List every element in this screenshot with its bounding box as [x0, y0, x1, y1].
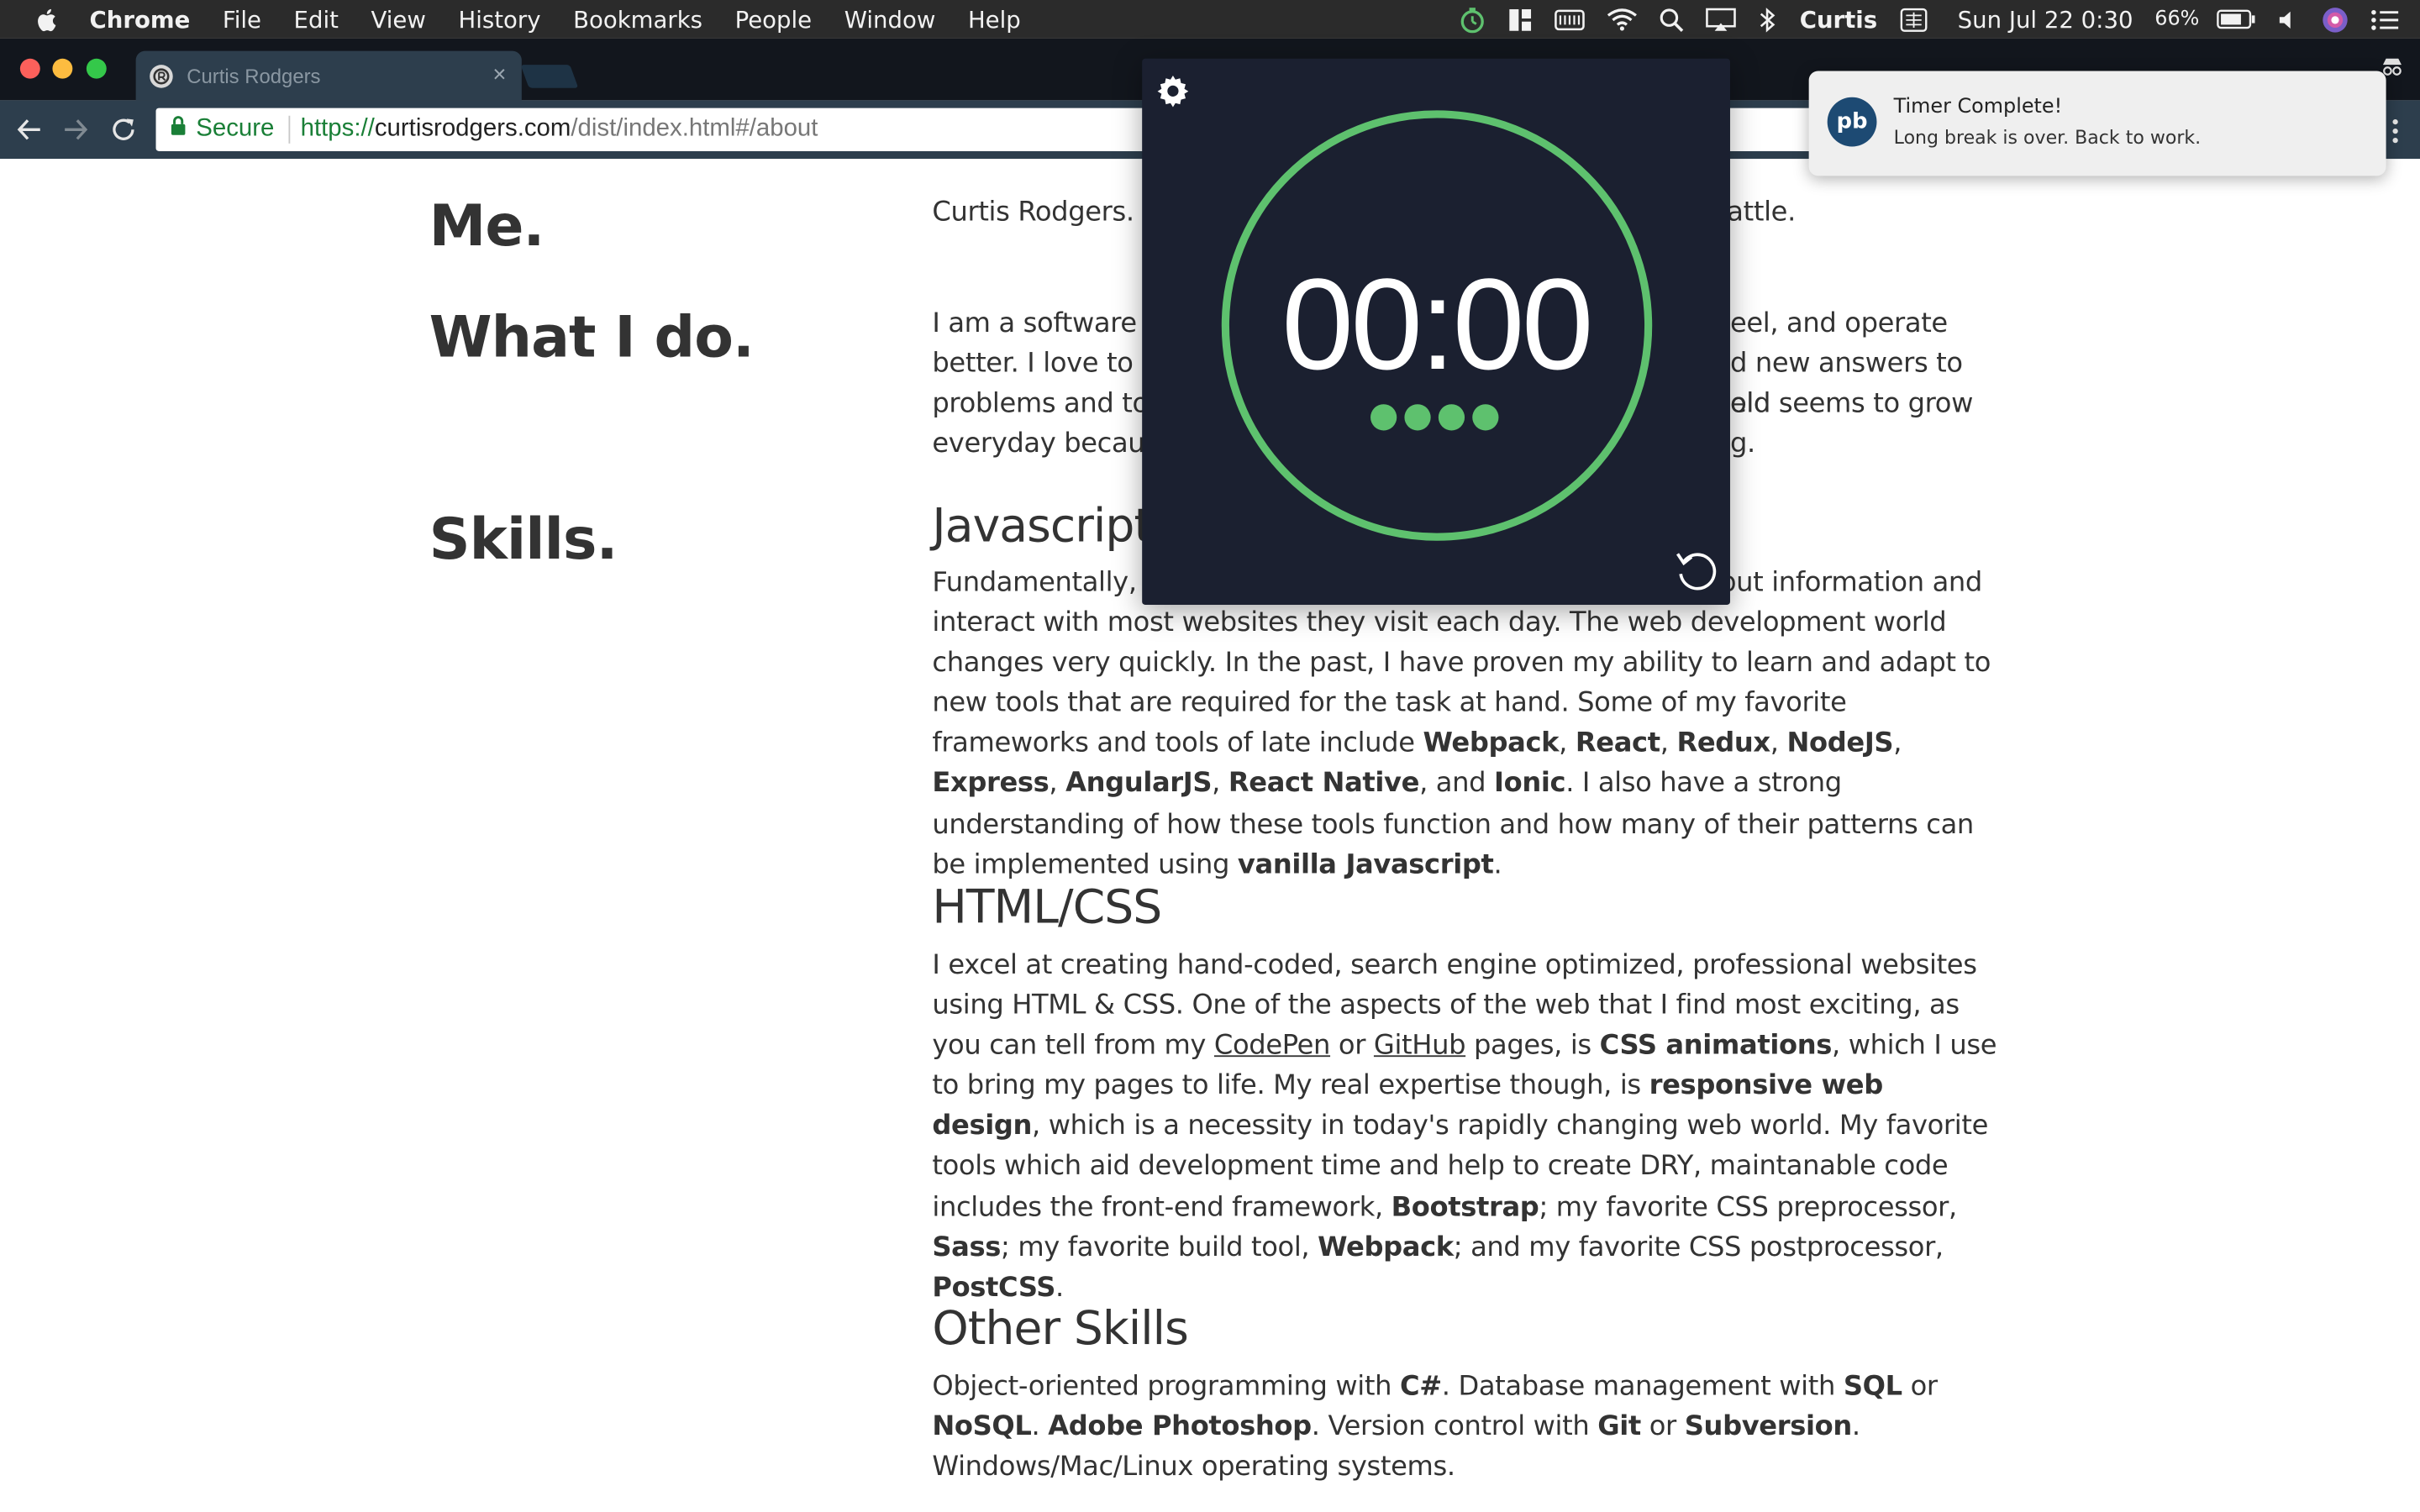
reset-icon[interactable] — [1671, 546, 1721, 603]
timer-display: 00:00 — [1281, 251, 1593, 397]
site-favicon-icon — [150, 64, 173, 87]
chrome-menu-icon[interactable] — [2392, 118, 2398, 151]
whatido-line-4-end: g. — [1729, 429, 1755, 460]
menu-people[interactable]: People — [735, 5, 813, 33]
session-dot — [1370, 404, 1397, 431]
bluetooth-icon[interactable] — [1758, 7, 1776, 32]
subsection-title-html-css: HTML/CSS — [932, 880, 1162, 936]
skill-angularjs: AngularJS — [1065, 769, 1213, 801]
skill-react: React — [1575, 728, 1660, 760]
section-title-skills: Skills. — [429, 506, 618, 573]
reload-icon[interactable] — [109, 116, 137, 151]
notification-center-icon[interactable] — [2370, 8, 2399, 30]
macos-menu-bar: Chrome File Edit View History Bookmarks … — [0, 0, 2420, 39]
url-host: curtisrodgers.com — [374, 115, 571, 142]
battery-icon[interactable] — [2217, 9, 2257, 29]
whatido-line-3-end: eld seems to grow — [1729, 389, 1974, 420]
skill-vanilla-js: vanilla Javascript — [1237, 849, 1494, 881]
url-scheme: https:// — [300, 115, 375, 142]
back-icon[interactable] — [15, 116, 43, 151]
session-dot — [1472, 404, 1499, 431]
menu-help[interactable]: Help — [968, 5, 1021, 33]
url-path: /dist/index.html#/about — [571, 115, 818, 142]
window-layout-icon[interactable] — [1508, 7, 1533, 31]
gear-icon[interactable] — [1155, 72, 1192, 117]
timer-complete-notification[interactable]: pb Timer Complete! Long break is over. B… — [1808, 71, 2386, 176]
section-title-me: Me. — [429, 192, 545, 260]
app-badge-icon: pb — [1827, 97, 1877, 147]
html-css-paragraph: I excel at creating hand-coded, search e… — [932, 950, 1997, 1304]
search-icon[interactable] — [1660, 7, 1684, 32]
omnibox-divider — [287, 115, 290, 144]
volume-icon[interactable] — [2278, 8, 2300, 30]
minimize-window-button[interactable] — [52, 58, 73, 79]
whatido-line-2-start: better. I love to p — [932, 349, 1159, 381]
tab-curtis-rodgers[interactable]: Curtis Rodgers × — [135, 50, 522, 101]
lock-icon[interactable] — [170, 116, 187, 144]
keyboard-icon[interactable] — [1555, 8, 1586, 30]
skill-react-native: React Native — [1228, 769, 1420, 801]
section-title-what-i-do: What I do. — [429, 303, 755, 370]
siri-icon[interactable] — [2321, 5, 2349, 33]
other-skills-paragraph: Object-oriented programming with C#. Dat… — [932, 1371, 1938, 1483]
secure-label[interactable]: Secure — [196, 116, 274, 144]
js-line-1-start: Fundamentally, J — [932, 567, 1153, 599]
me-text-end: attle. — [1727, 197, 1796, 228]
menu-bookmarks[interactable]: Bookmarks — [573, 5, 702, 33]
wifi-icon[interactable] — [1607, 8, 1638, 31]
apple-icon[interactable] — [34, 5, 61, 33]
forward-icon[interactable] — [61, 116, 89, 151]
menu-edit[interactable]: Edit — [294, 5, 339, 33]
close-window-button[interactable] — [19, 58, 40, 79]
subsection-title-javascript: Javascript — [932, 500, 1152, 554]
me-text-start: Curtis Rodgers. V — [932, 197, 1161, 228]
new-tab-button[interactable] — [520, 65, 579, 88]
session-dot — [1438, 404, 1465, 431]
menu-file[interactable]: File — [223, 5, 261, 33]
tab-title: Curtis Rodgers — [187, 64, 321, 87]
skill-ionic: Ionic — [1494, 769, 1566, 801]
menu-window[interactable]: Window — [844, 5, 936, 33]
menubar-user-name[interactable]: Curtis — [1800, 5, 1877, 33]
menu-view[interactable]: View — [371, 5, 426, 33]
skill-redux: Redux — [1676, 728, 1770, 760]
github-link[interactable]: GitHub — [1374, 1031, 1466, 1062]
skill-express: Express — [932, 769, 1050, 801]
whatido-line-1-start: I am a software e — [932, 308, 1162, 340]
battery-percent[interactable]: 66% — [2154, 8, 2199, 31]
session-dots — [1370, 404, 1507, 431]
skill-nodejs: NodeJS — [1786, 728, 1894, 760]
whatido-line-3-start: problems and to — [932, 389, 1149, 420]
codepen-link[interactable]: CodePen — [1214, 1031, 1330, 1062]
timer-icon[interactable] — [1459, 5, 1486, 33]
js-line-1-end: put information and — [1719, 567, 1982, 599]
js-rest-text: interact with most websites they visit e… — [932, 607, 1991, 881]
session-dot — [1404, 404, 1431, 431]
whatido-line-4-start: everyday becaus — [932, 429, 1159, 460]
input-source-icon[interactable] — [1901, 7, 1928, 32]
menu-app-chrome[interactable]: Chrome — [90, 5, 191, 33]
tab-close-icon[interactable]: × — [492, 61, 506, 87]
menubar-clock[interactable]: Sun Jul 22 0:30 — [1958, 5, 2133, 33]
javascript-paragraph: Fundamentally, J put information and inte… — [932, 563, 1996, 885]
notification-title: Timer Complete! — [1893, 95, 2063, 119]
airplay-icon[interactable] — [1706, 7, 1737, 31]
skill-webpack: Webpack — [1423, 728, 1560, 760]
whatido-line-1-end: eel, and operate — [1729, 308, 1948, 340]
zoom-window-button[interactable] — [86, 58, 107, 79]
notification-body: Long break is over. Back to work. — [1893, 126, 2202, 149]
subsection-title-other-skills: Other Skills — [932, 1302, 1188, 1357]
pomodoro-timer-popup: 00:00 — [1142, 58, 1730, 606]
menu-history[interactable]: History — [458, 5, 540, 33]
